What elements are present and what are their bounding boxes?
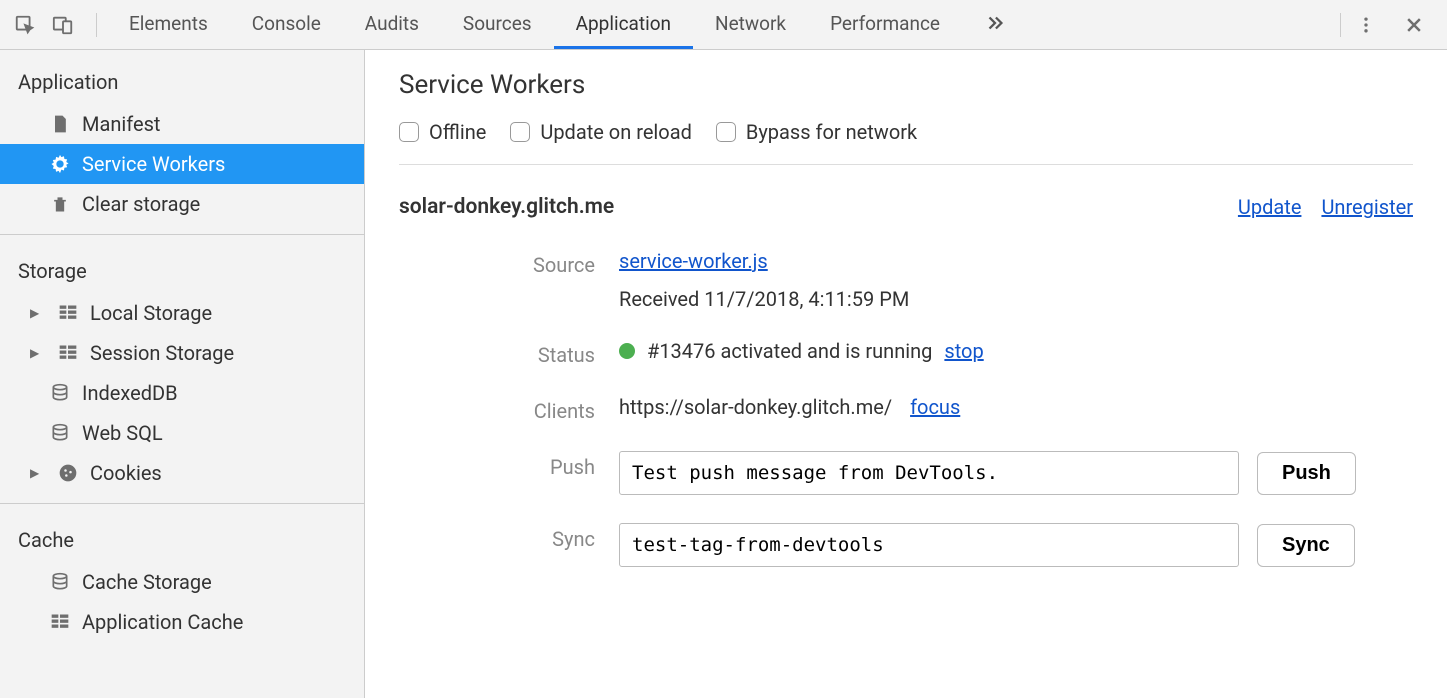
panel-tabs: Elements Console Audits Sources Applicat…	[107, 0, 1330, 49]
status-text: #13476 activated and is running	[647, 339, 932, 363]
sidebar-item-clear-storage[interactable]: Clear storage	[0, 184, 364, 224]
source-file-link[interactable]: service-worker.js	[619, 249, 1413, 273]
devtools-toolbar: Elements Console Audits Sources Applicat…	[0, 0, 1447, 50]
divider	[0, 503, 364, 504]
checkbox-label: Bypass for network	[746, 120, 917, 144]
sidebar-label: Web SQL	[82, 421, 163, 445]
push-button[interactable]: Push	[1257, 452, 1356, 495]
sidebar-item-session-storage[interactable]: ▶ Session Storage	[0, 333, 364, 373]
push-label: Push	[399, 451, 619, 479]
sidebar-item-websql[interactable]: Web SQL	[0, 413, 364, 453]
db-icon	[48, 381, 72, 405]
sidebar-item-cookies[interactable]: ▶ Cookies	[0, 453, 364, 493]
chevron-right-icon[interactable]: ▶	[30, 306, 44, 320]
sidebar-item-indexeddb[interactable]: IndexedDB	[0, 373, 364, 413]
sync-input[interactable]	[619, 523, 1239, 567]
tab-performance[interactable]: Performance	[808, 0, 962, 49]
sidebar-item-application-cache[interactable]: Application Cache	[0, 602, 364, 642]
clients-label: Clients	[399, 395, 619, 423]
sidebar-label: Service Workers	[82, 152, 225, 176]
checkbox-icon	[510, 122, 530, 142]
stop-link[interactable]: stop	[944, 339, 983, 363]
divider	[96, 13, 97, 37]
kebab-menu-icon[interactable]	[1351, 10, 1381, 40]
tab-application[interactable]: Application	[554, 0, 693, 49]
tab-network[interactable]: Network	[693, 0, 808, 49]
more-tabs-icon[interactable]	[962, 0, 1028, 49]
divider	[1340, 13, 1341, 37]
gear-icon	[48, 152, 72, 176]
client-url: https://solar-donkey.glitch.me/	[619, 395, 892, 419]
source-label: Source	[399, 249, 619, 277]
section-application: Application	[0, 56, 364, 104]
focus-link[interactable]: focus	[910, 395, 960, 419]
sidebar-label: Application Cache	[82, 610, 243, 634]
db-icon	[48, 421, 72, 445]
offline-checkbox[interactable]: Offline	[399, 120, 486, 144]
sidebar-label: Local Storage	[90, 301, 212, 325]
sidebar-item-service-workers[interactable]: Service Workers	[0, 144, 364, 184]
section-storage: Storage	[0, 245, 364, 293]
sidebar-label: IndexedDB	[82, 381, 178, 405]
bypass-for-network-checkbox[interactable]: Bypass for network	[716, 120, 917, 144]
sidebar-label: Manifest	[82, 112, 160, 136]
update-on-reload-checkbox[interactable]: Update on reload	[510, 120, 692, 144]
unregister-link[interactable]: Unregister	[1321, 195, 1413, 219]
tab-elements[interactable]: Elements	[107, 0, 230, 49]
sidebar-label: Cache Storage	[82, 570, 212, 594]
status-indicator-icon	[619, 343, 635, 359]
sidebar-item-manifest[interactable]: Manifest	[0, 104, 364, 144]
panel-title: Service Workers	[399, 70, 1413, 100]
tab-audits[interactable]: Audits	[343, 0, 441, 49]
checkbox-icon	[399, 122, 419, 142]
sidebar-label: Session Storage	[90, 341, 234, 365]
trash-icon	[48, 192, 72, 216]
tab-sources[interactable]: Sources	[441, 0, 554, 49]
inspect-icon[interactable]	[10, 10, 40, 40]
source-received: Received 11/7/2018, 4:11:59 PM	[619, 287, 1413, 311]
db-icon	[48, 570, 72, 594]
sync-button[interactable]: Sync	[1257, 524, 1355, 567]
status-label: Status	[399, 339, 619, 367]
checkbox-icon	[716, 122, 736, 142]
section-cache: Cache	[0, 514, 364, 562]
panel-options: Offline Update on reload Bypass for netw…	[399, 120, 1413, 165]
service-workers-panel: Service Workers Offline Update on reload…	[365, 50, 1447, 698]
file-icon	[48, 112, 72, 136]
registration-origin: solar-donkey.glitch.me	[399, 195, 614, 219]
device-mode-icon[interactable]	[48, 10, 78, 40]
grid-icon	[48, 610, 72, 634]
sidebar-item-cache-storage[interactable]: Cache Storage	[0, 562, 364, 602]
sidebar-label: Cookies	[90, 461, 162, 485]
close-icon[interactable]	[1399, 10, 1429, 40]
sidebar-label: Clear storage	[82, 192, 200, 216]
app-sidebar: Application Manifest Service Workers Cle…	[0, 50, 365, 698]
sidebar-item-local-storage[interactable]: ▶ Local Storage	[0, 293, 364, 333]
grid-icon	[56, 341, 80, 365]
push-input[interactable]	[619, 451, 1239, 495]
checkbox-label: Offline	[429, 120, 486, 144]
divider	[0, 234, 364, 235]
grid-icon	[56, 301, 80, 325]
sw-registration: solar-donkey.glitch.me Update Unregister…	[399, 165, 1413, 567]
update-link[interactable]: Update	[1238, 195, 1302, 219]
tab-console[interactable]: Console	[230, 0, 343, 49]
checkbox-label: Update on reload	[540, 120, 692, 144]
sync-label: Sync	[399, 523, 619, 551]
chevron-right-icon[interactable]: ▶	[30, 466, 44, 480]
chevron-right-icon[interactable]: ▶	[30, 346, 44, 360]
cookie-icon	[56, 461, 80, 485]
